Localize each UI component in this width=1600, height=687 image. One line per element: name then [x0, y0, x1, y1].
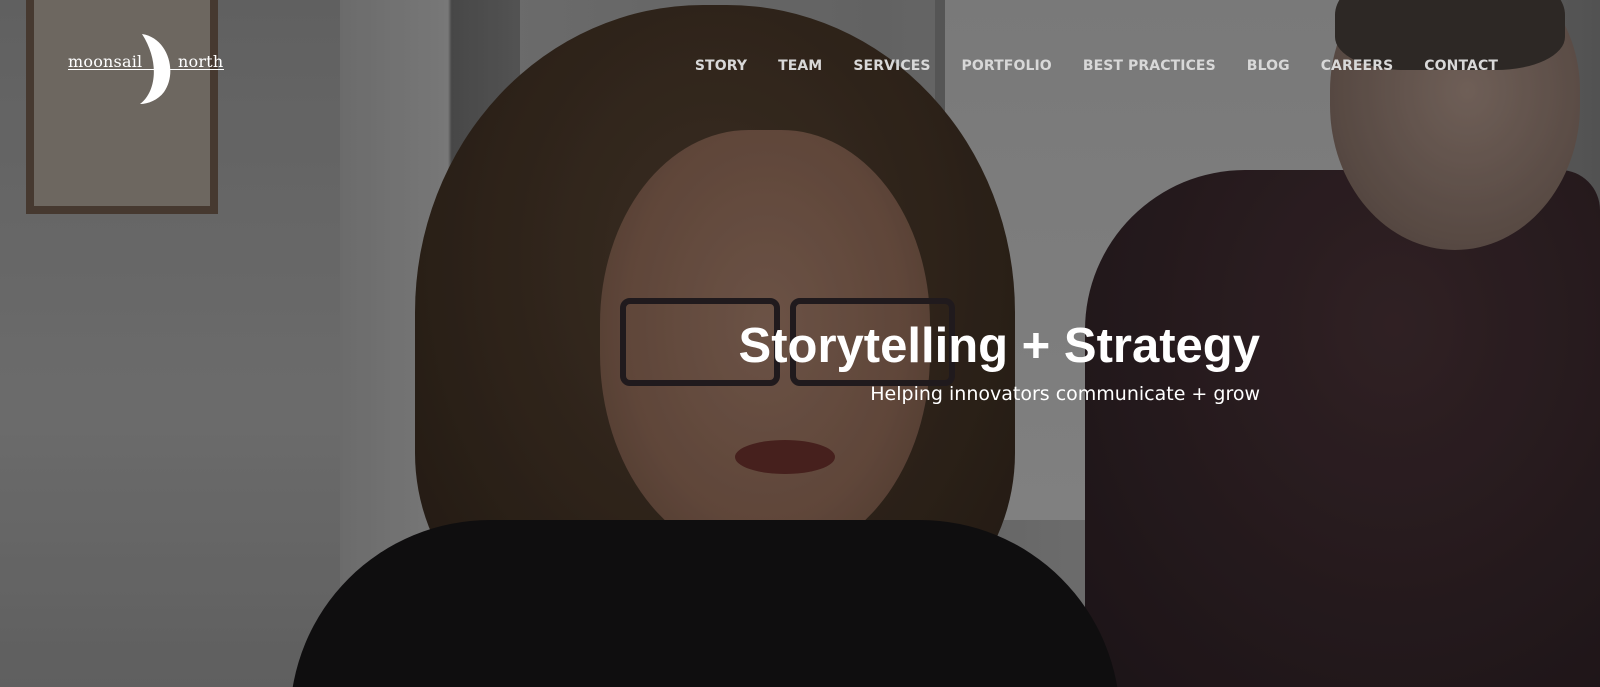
nav-item-team[interactable]: TEAM — [778, 58, 822, 74]
nav-item-careers[interactable]: CAREERS — [1321, 58, 1394, 74]
nav-item-contact[interactable]: CONTACT — [1424, 58, 1498, 74]
nav-item-best-practices[interactable]: BEST PRACTICES — [1083, 58, 1216, 74]
nav-item-portfolio[interactable]: PORTFOLIO — [962, 58, 1052, 74]
crescent-moon-icon — [140, 34, 171, 104]
hero-section: moonsail north STORY TEAM SERVICES PORTF… — [0, 0, 1600, 687]
nav-item-services[interactable]: SERVICES — [853, 58, 930, 74]
main-nav: STORY TEAM SERVICES PORTFOLIO BEST PRACT… — [695, 58, 1498, 74]
site-logo[interactable]: moonsail north — [68, 32, 228, 106]
hero-subtitle: Helping innovators communicate + grow — [870, 383, 1260, 405]
logo-text-north: north — [178, 52, 224, 71]
nav-item-story[interactable]: STORY — [695, 58, 747, 74]
nav-item-blog[interactable]: BLOG — [1247, 58, 1290, 74]
hero-title: Storytelling + Strategy — [738, 319, 1260, 373]
